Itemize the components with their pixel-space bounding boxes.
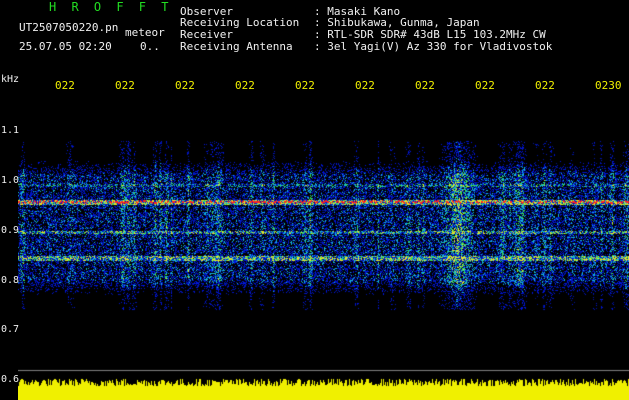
y-tick-label: 0.9: [1, 225, 20, 236]
antenna-value: : 3el Yagi(V) Az 330 for Vladivostok: [314, 40, 553, 53]
time-tick: 022: [235, 79, 255, 92]
file-name: UT2507050220.pn: [19, 21, 119, 34]
time-tick: 022: [415, 79, 435, 92]
date-time: 25.07.05 02:20: [19, 40, 112, 53]
antenna-label: Receiving Antenna: [180, 40, 293, 53]
time-tick: 022: [175, 79, 195, 92]
receiver-label: Receiver: [180, 28, 233, 41]
time-tick: 022: [55, 79, 75, 92]
time-tick: 022: [115, 79, 135, 92]
time-tick: 022: [535, 79, 555, 92]
y-axis-unit: kHz: [1, 74, 20, 85]
location-value: : Shibukawa, Gunma, Japan: [314, 16, 480, 29]
receiver-value: : RTL-SDR SDR# 43dB L15 103.2MHz CW: [314, 28, 546, 41]
y-tick-label: 1.1: [1, 125, 20, 136]
hrofft-spectrogram-window: H R O F F T UT2507050220.pn meteor 25.07…: [0, 0, 629, 400]
time-tick: 022: [475, 79, 495, 92]
y-tick-label: 0.8: [1, 275, 20, 286]
time-tick: 0230: [595, 79, 622, 92]
status-value: 0..: [140, 40, 160, 53]
observation-type: meteor: [125, 26, 165, 39]
time-tick: 022: [355, 79, 375, 92]
program-title: H R O F F T: [49, 0, 173, 14]
location-label: Receiving Location: [180, 16, 300, 29]
y-tick-label: 0.6: [1, 374, 20, 385]
time-tick: 022: [295, 79, 315, 92]
y-tick-label: 0.7: [1, 324, 20, 335]
spectrogram-plot: [18, 100, 629, 400]
y-tick-label: 1.0: [1, 175, 20, 186]
